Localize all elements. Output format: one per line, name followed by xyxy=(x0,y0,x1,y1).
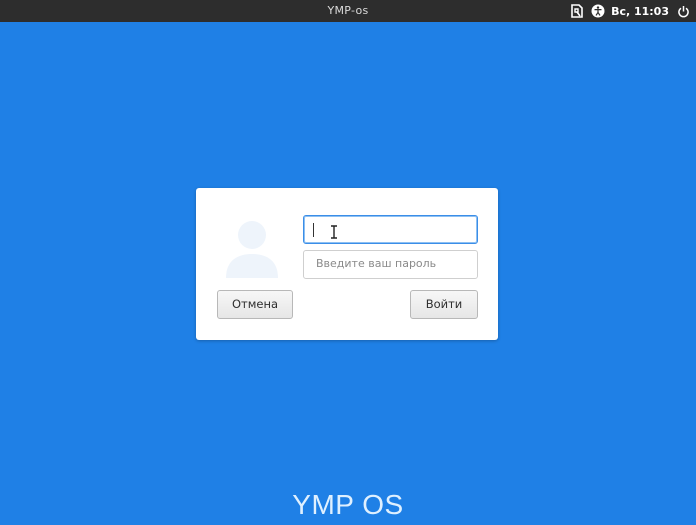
ibeam-cursor-icon xyxy=(330,225,338,242)
power-icon[interactable] xyxy=(677,5,690,18)
user-avatar-icon xyxy=(222,216,282,278)
accessibility-icon[interactable] xyxy=(591,4,605,18)
username-field[interactable] xyxy=(303,215,478,244)
password-placeholder: Введите ваш пароль xyxy=(316,257,437,270)
password-field[interactable]: Введите ваш пароль xyxy=(303,250,478,279)
keyboard-layout-icon[interactable] xyxy=(571,4,583,18)
login-button[interactable]: Войти xyxy=(410,290,478,319)
cancel-button[interactable]: Отмена xyxy=(217,290,293,319)
os-brand-label: YMP OS xyxy=(292,489,404,520)
top-panel: YMP-os Вс, 11:03 xyxy=(0,0,696,22)
clock[interactable]: Вс, 11:03 xyxy=(611,5,669,18)
text-caret xyxy=(313,223,314,237)
system-tray: Вс, 11:03 xyxy=(563,2,690,20)
